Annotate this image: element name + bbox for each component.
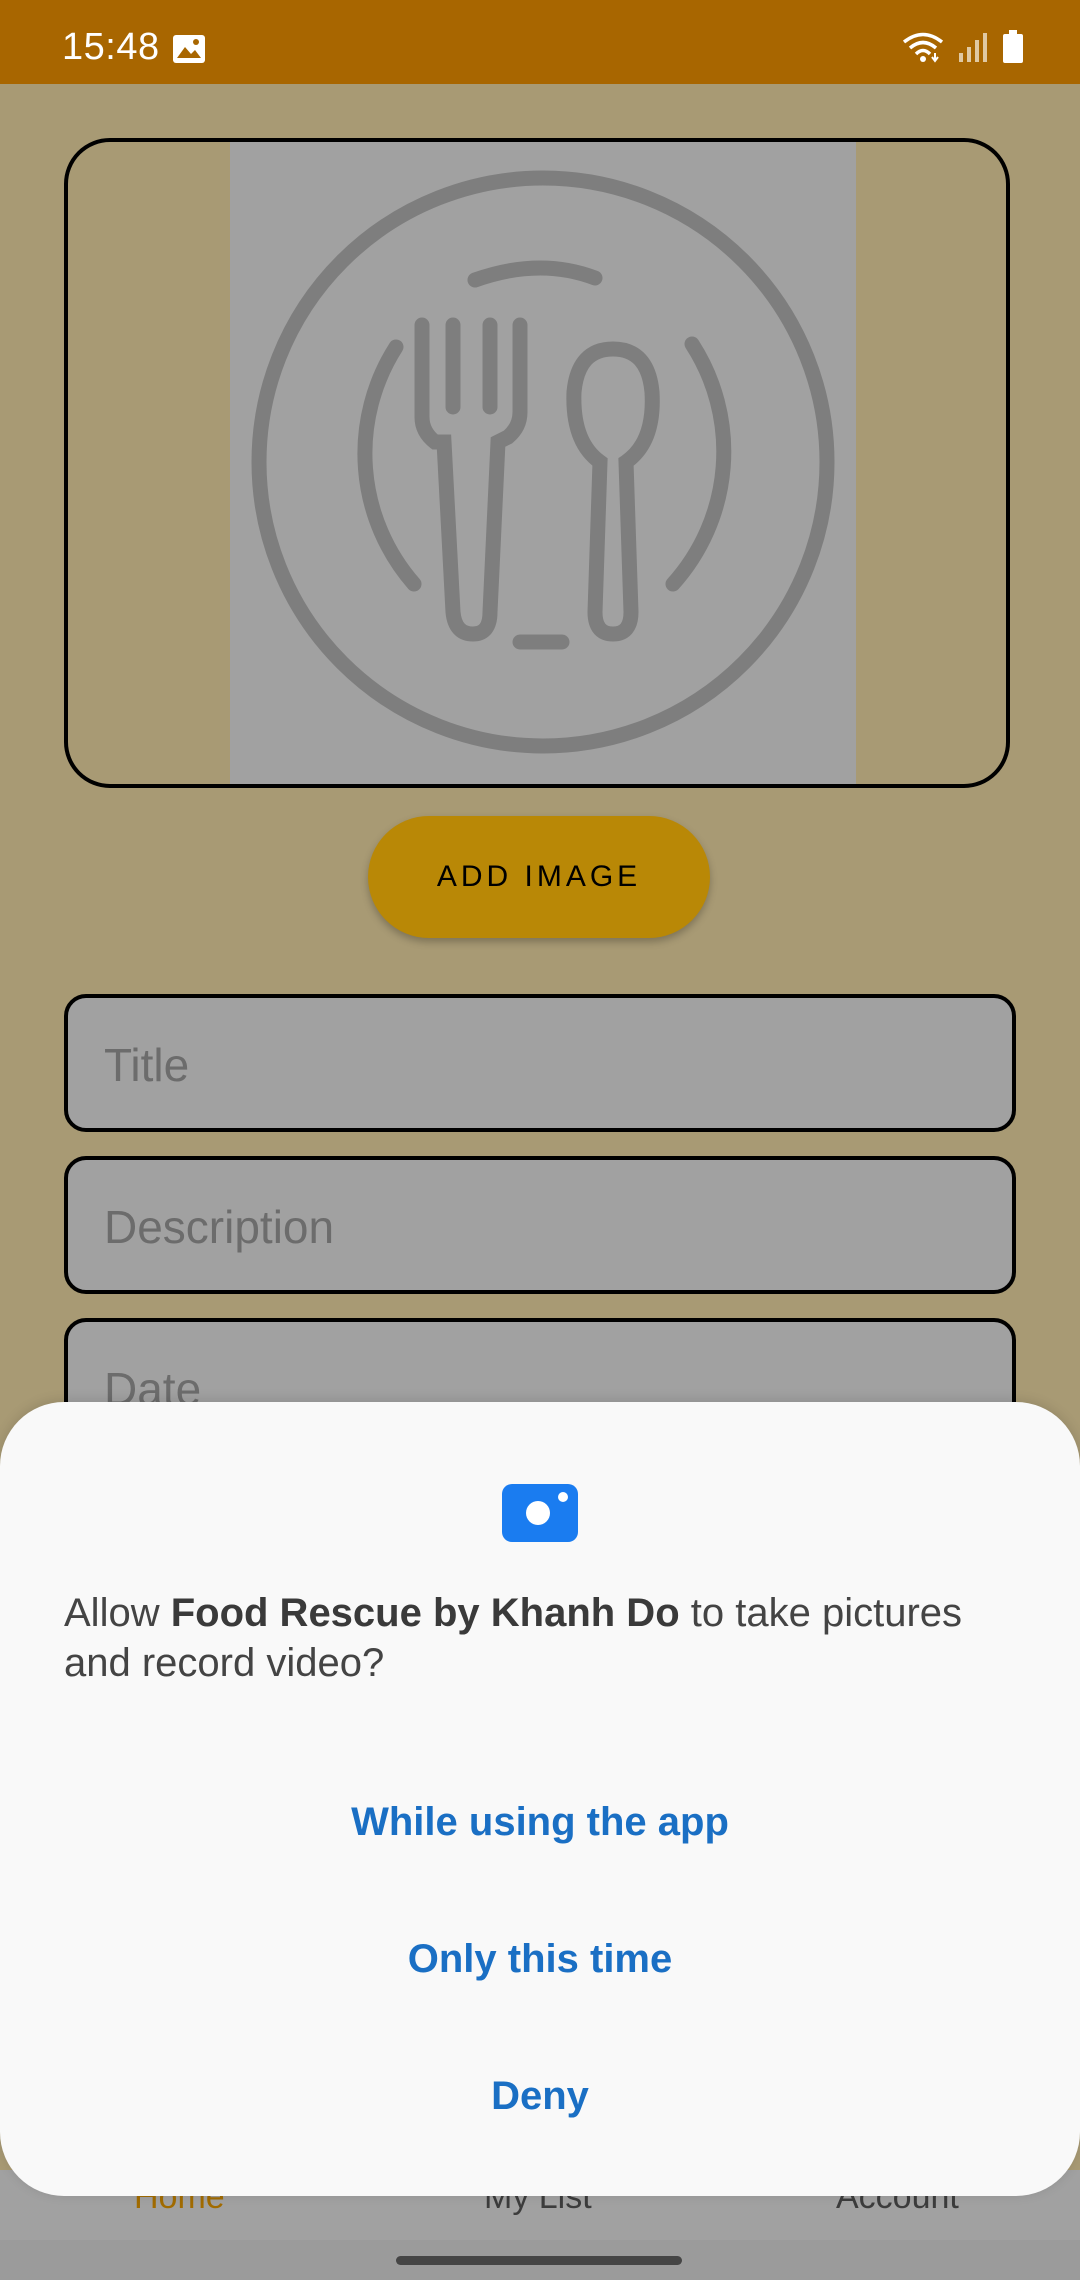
description-field[interactable]: Description	[64, 1156, 1016, 1294]
permission-message: Allow Food Rescue by Khanh Do to take pi…	[64, 1588, 1004, 1688]
add-image-button[interactable]: ADD IMAGE	[368, 816, 710, 938]
image-preview[interactable]	[64, 138, 1010, 788]
deny-button[interactable]: Deny	[0, 2074, 1080, 2119]
battery-icon	[1002, 30, 1024, 69]
only-this-time-button[interactable]: Only this time	[0, 1937, 1080, 1982]
image-notification-icon	[172, 34, 206, 64]
camera-icon	[502, 1484, 578, 1547]
app-name: Food Rescue by Khanh Do	[170, 1591, 680, 1635]
description-placeholder: Description	[104, 1201, 335, 1253]
message-prefix: Allow	[64, 1591, 171, 1635]
plate-fork-spoon-icon	[251, 170, 835, 754]
while-using-app-button[interactable]: While using the app	[0, 1800, 1080, 1845]
status-icons	[902, 30, 1024, 69]
wifi-icon	[902, 31, 944, 68]
gesture-handle[interactable]	[396, 2256, 682, 2265]
status-time: 15:48	[62, 26, 160, 68]
title-placeholder: Title	[104, 1039, 190, 1091]
status-bar: 15:48	[0, 0, 1080, 84]
permission-dialog: Allow Food Rescue by Khanh Do to take pi…	[0, 1402, 1080, 2196]
signal-icon	[958, 31, 988, 68]
image-placeholder	[230, 142, 856, 784]
title-field[interactable]: Title	[64, 994, 1016, 1132]
